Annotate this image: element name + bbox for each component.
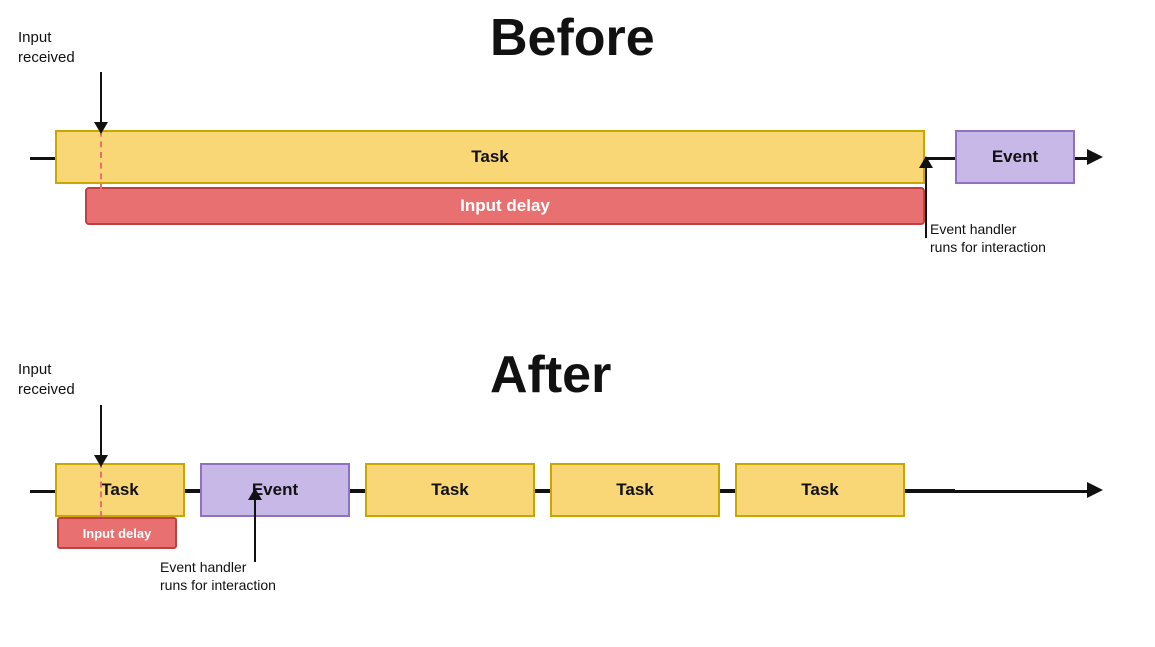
after-event-handler-arrow [248, 488, 262, 562]
after-connector-1 [185, 489, 200, 491]
after-connector-2 [350, 489, 365, 491]
before-task-box: Task [55, 130, 925, 184]
after-timeline-arrow [1087, 482, 1103, 498]
after-task3-box: Task [550, 463, 720, 517]
before-timeline-arrow [1087, 149, 1103, 165]
after-input-received-label: Inputreceived [18, 360, 75, 399]
after-task2-box: Task [365, 463, 535, 517]
after-title: After [490, 345, 611, 405]
after-task4-box: Task [735, 463, 905, 517]
after-event-handler-label: Event handlerruns for interaction [160, 558, 276, 594]
before-title: Before [490, 8, 655, 68]
before-input-received-arrow [94, 72, 108, 134]
diagram-container: Before Task Event Input delay Inputrecei… [0, 0, 1155, 647]
after-input-delay-box: Input delay [57, 517, 177, 549]
before-event-handler-label: Event handlerruns for interaction [930, 220, 1046, 256]
before-event-box: Event [955, 130, 1075, 184]
after-connector-4 [720, 489, 735, 491]
after-connector-3 [535, 489, 550, 491]
after-event-box: Event [200, 463, 350, 517]
after-connector-5 [905, 489, 955, 491]
after-task1-box: Task [55, 463, 185, 517]
before-input-delay-box: Input delay [85, 187, 925, 225]
after-input-received-arrow [94, 405, 108, 467]
before-input-received-label: Inputreceived [18, 28, 75, 67]
